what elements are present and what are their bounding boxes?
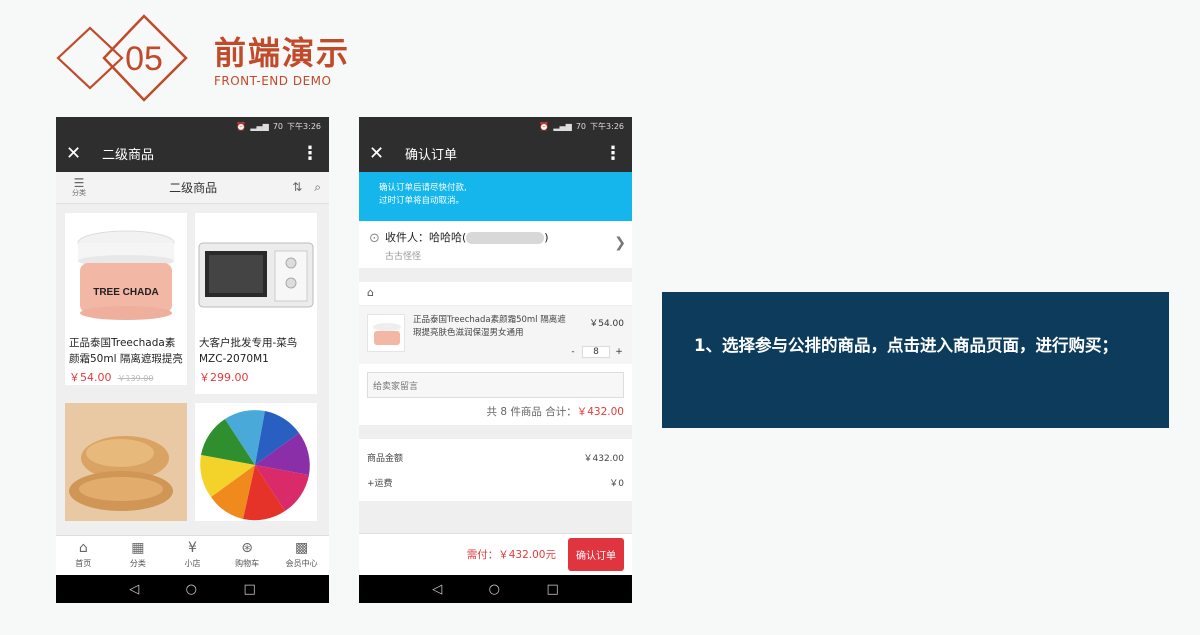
- signal-icon: ▂▄▆: [250, 121, 269, 131]
- receiver-location: 古古怪怪: [385, 252, 422, 262]
- category-label: 分类: [72, 189, 86, 198]
- cart-icon: ⊛: [241, 540, 253, 556]
- signal-icon: ▂▄▆: [553, 121, 572, 131]
- status-bar: ⏰ ▂▄▆ 70 下午3:26: [359, 117, 632, 135]
- page-title: 前端演示: [214, 34, 351, 72]
- alarm-icon: ⏰: [539, 121, 550, 131]
- item-name: 正品泰国Treechada素颜霜50ml 隔离遮瑕提亮肤色滋润保湿男女通用: [413, 315, 566, 338]
- product-image-umbrella: [195, 403, 317, 521]
- confirm-order-button[interactable]: 确认订单: [568, 538, 624, 571]
- status-time: 下午3:26: [287, 121, 321, 131]
- shop-icon: ¥: [188, 540, 197, 556]
- product-card[interactable]: [195, 403, 317, 521]
- sort-icon[interactable]: ⇅: [292, 180, 302, 195]
- order-summary: 共 8 件商品 合计：￥432.00: [486, 406, 624, 418]
- more-icon[interactable]: ⋮: [604, 143, 622, 164]
- location-pin-icon: ⊙: [369, 231, 380, 246]
- tab-cart[interactable]: ⊛ 购物车: [220, 536, 275, 575]
- decrement-button[interactable]: -: [566, 347, 580, 357]
- close-icon[interactable]: ✕: [66, 143, 92, 164]
- bottom-tabbar: ⌂ 首页 ▦ 分类 ¥ 小店 ⊛ 购物车 ▩ 会员中心: [56, 535, 329, 575]
- store-icon: ⌂: [359, 282, 632, 306]
- instruction-panel: 1、选择参与公排的商品，点击进入商品页面，进行购买；: [662, 292, 1169, 428]
- product-image-cream-jar: TREE CHADA: [65, 213, 187, 331]
- product-name: 正品泰国Treechada素颜霜50ml 隔离遮瑕提亮肤: [69, 337, 183, 365]
- category-title: 二级商品: [169, 181, 218, 195]
- quantity-value[interactable]: 8: [582, 346, 610, 358]
- app-titlebar: ✕ 二级商品 ⋮: [56, 135, 329, 172]
- item-thumbnail: [367, 314, 405, 352]
- category-button[interactable]: ☰ 分类: [64, 176, 94, 198]
- svg-text:TREE CHADA: TREE CHADA: [93, 287, 159, 298]
- battery-icon: 70: [272, 121, 284, 131]
- order-item: 正品泰国Treechada素颜霜50ml 隔离遮瑕提亮肤色滋润保湿男女通用 ￥5…: [359, 306, 632, 364]
- android-navbar: ◁ ○ □: [359, 575, 632, 603]
- tab-category[interactable]: ▦ 分类: [111, 536, 166, 575]
- back-icon[interactable]: ◁: [129, 582, 139, 597]
- titlebar-title: 确认订单: [405, 148, 458, 163]
- item-price: ￥54.00: [589, 319, 624, 329]
- android-navbar: ◁ ○ □: [56, 575, 329, 603]
- section-logo: 05: [56, 14, 188, 102]
- status-bar: ⏰ ▂▄▆ 70 下午3:26: [56, 117, 329, 135]
- category-header: ☰ 分类 二级商品 ⇅ ⌕: [56, 172, 329, 204]
- product-card[interactable]: [65, 403, 187, 521]
- phone-confirm-order: ⏰ ▂▄▆ 70 下午3:26 ✕ 确认订单 ⋮ 确认订单后请尽快付款, 过时订…: [359, 117, 632, 603]
- tab-home[interactable]: ⌂ 首页: [56, 536, 111, 575]
- tab-member[interactable]: ▩ 会员中心: [274, 536, 329, 575]
- product-price: ￥54.00: [69, 371, 112, 384]
- recents-icon[interactable]: □: [243, 582, 255, 597]
- product-image-microwave: [195, 213, 317, 331]
- pay-bar: 需付：￥432.00元 确认订单: [359, 533, 632, 575]
- quantity-stepper[interactable]: - 8 +: [566, 346, 626, 358]
- close-icon[interactable]: ✕: [369, 143, 395, 164]
- page-subtitle: FRONT-END DEMO: [214, 74, 332, 88]
- app-titlebar: ✕ 确认订单 ⋮: [359, 135, 632, 172]
- seller-message-input[interactable]: 给卖家留言: [367, 372, 624, 398]
- shipping-value: ￥0: [609, 479, 624, 489]
- section-number: 05: [125, 40, 163, 78]
- alarm-icon: ⏰: [236, 121, 247, 131]
- product-name: 大客户批发专用-菜鸟MZC-2070M1: [199, 337, 298, 365]
- order-notice: 确认订单后请尽快付款, 过时订单将自动取消。: [359, 172, 632, 221]
- phone-product-list: ⏰ ▂▄▆ 70 下午3:26 ✕ 二级商品 ⋮ ☰ 分类 二级商品 ⇅ ⌕ T…: [56, 117, 329, 603]
- home-circle-icon[interactable]: ○: [186, 582, 197, 597]
- instruction-text: 1、选择参与公排的商品，点击进入商品页面，进行购买；: [694, 336, 1118, 355]
- recents-icon[interactable]: □: [546, 582, 558, 597]
- home-circle-icon[interactable]: ○: [489, 582, 500, 597]
- goods-amount-value: ￥432.00: [583, 454, 625, 464]
- product-card[interactable]: 大客户批发专用-菜鸟MZC-2070M1 ￥299.00: [195, 213, 317, 394]
- amount-breakdown: 商品金额 ￥432.00 +运费 ￥0: [359, 439, 632, 501]
- receiver-address[interactable]: ⊙ 收件人：哈哈哈() 古古怪怪 ❯: [359, 221, 632, 268]
- product-old-price: ￥139.00: [117, 374, 154, 383]
- increment-button[interactable]: +: [612, 347, 626, 357]
- status-time: 下午3:26: [590, 121, 624, 131]
- back-icon[interactable]: ◁: [432, 582, 442, 597]
- product-image-biscuits: [65, 403, 187, 521]
- qr-icon: ▩: [295, 540, 309, 556]
- amount-due: 需付：￥432.00元: [466, 549, 556, 561]
- order-shop-section: ⌂ 正品泰国Treechada素颜霜50ml 隔离遮瑕提亮肤色滋润保湿男女通用 …: [359, 282, 632, 425]
- more-icon[interactable]: ⋮: [301, 143, 319, 164]
- product-card[interactable]: TREE CHADA 正品泰国Treechada素颜霜50ml 隔离遮瑕提亮肤 …: [65, 213, 187, 385]
- receiver-name: 收件人：哈哈哈(): [385, 231, 549, 244]
- chevron-right-icon: ❯: [614, 235, 626, 251]
- product-price: ￥299.00: [199, 371, 249, 384]
- search-icon[interactable]: ⌕: [314, 180, 321, 195]
- titlebar-title: 二级商品: [102, 148, 155, 163]
- redacted-phone: [466, 232, 545, 244]
- grid-icon: ▦: [131, 540, 145, 556]
- tab-shop[interactable]: ¥ 小店: [165, 536, 220, 575]
- shipping-label: +运费: [367, 479, 393, 489]
- battery-icon: 70: [575, 121, 587, 131]
- order-total: ￥432.00: [576, 406, 624, 418]
- home-icon: ⌂: [78, 540, 88, 556]
- goods-amount-label: 商品金额: [367, 454, 404, 464]
